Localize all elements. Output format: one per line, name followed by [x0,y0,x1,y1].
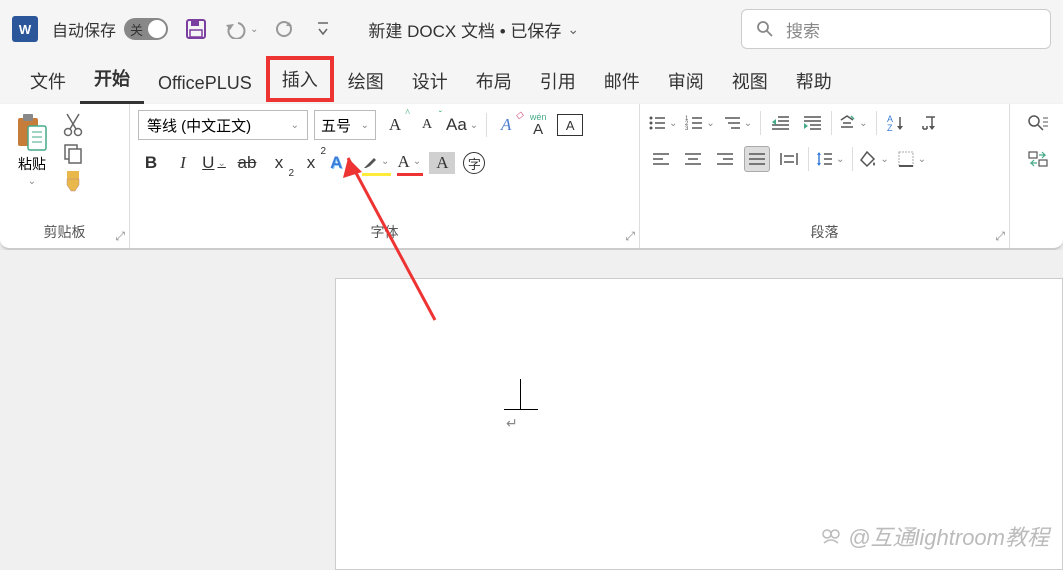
bullets-button[interactable] [648,110,679,136]
chevron-down-icon: ⌄ [567,21,579,38]
ribbon: 粘贴 ⌄ 剪贴板 ⤢ 等线 (中文正文) ⌄ 五号 ⌄ [0,104,1063,250]
grow-font-button[interactable]: A^ [382,112,408,138]
paragraph-mark-icon: ↵ [506,415,518,432]
tab-insert[interactable]: 插入 [266,56,334,102]
dialog-launcher-icon[interactable]: ⤢ [995,229,1005,244]
tab-review[interactable]: 审阅 [654,60,718,104]
ribbon-tabs: 文件 开始 OfficePLUS 插入 绘图 设计 布局 引用 邮件 审阅 视图… [0,58,1063,104]
asian-layout-button[interactable] [838,110,869,136]
undo-button[interactable]: ⌄ [224,19,258,39]
chevron-down-icon: ⌄ [361,120,369,131]
distributed-button[interactable] [776,146,802,172]
increase-indent-button[interactable] [799,110,825,136]
shrink-font-button[interactable]: Aˇ [414,112,440,138]
shading-button[interactable] [859,146,890,172]
italic-button[interactable]: I [170,150,196,176]
replace-button[interactable] [1024,146,1052,172]
clear-formatting-button[interactable]: A◇ [493,112,519,138]
svg-text:Z: Z [887,123,893,132]
tab-references[interactable]: 引用 [526,60,590,104]
chevron-down-icon: ⌄ [28,176,36,187]
watermark: @互通lightroom教程 [820,520,1049,552]
tab-mailings[interactable]: 邮件 [590,60,654,104]
find-button[interactable] [1024,110,1052,136]
svg-text:3: 3 [685,126,689,131]
group-font: 等线 (中文正文) ⌄ 五号 ⌄ A^ Aˇ Aa A◇ wénA A B I … [130,104,640,248]
paste-button[interactable]: 粘贴 ⌄ [8,110,56,192]
justify-button[interactable] [744,146,770,172]
show-hide-marks-button[interactable] [915,110,941,136]
save-button[interactable] [182,15,210,43]
font-size-combo[interactable]: 五号 ⌄ [314,110,376,140]
font-name-combo[interactable]: 等线 (中文正文) ⌄ [138,110,308,140]
chevron-down-icon: ⌄ [291,120,299,131]
cut-button[interactable] [62,114,84,136]
tab-officeplus[interactable]: OfficePLUS [144,65,266,104]
tab-file[interactable]: 文件 [16,60,80,104]
multilevel-list-button[interactable] [723,110,754,136]
tab-draw[interactable]: 绘图 [334,60,398,104]
title-bar: W 自动保存 关 ⌄ 新建 DOCX 文档 • 已保存 ⌄ 搜索 [0,0,1063,58]
strikethrough-button[interactable]: ab [234,150,260,176]
numbering-button[interactable]: 123 [685,110,716,136]
align-right-button[interactable] [712,146,738,172]
search-icon [756,20,774,38]
underline-button[interactable]: U [202,150,228,176]
line-spacing-button[interactable] [815,146,846,172]
decrease-indent-button[interactable] [767,110,793,136]
highlight-button[interactable] [362,150,391,176]
tab-layout[interactable]: 布局 [462,60,526,104]
tab-view[interactable]: 视图 [718,60,782,104]
qat-customize-button[interactable] [310,20,336,38]
tab-home[interactable]: 开始 [80,57,144,104]
copy-button[interactable] [62,142,84,164]
group-editing [1010,104,1060,248]
align-center-button[interactable] [680,146,706,172]
format-painter-button[interactable] [62,170,84,192]
redo-button[interactable] [272,19,296,39]
dialog-launcher-icon[interactable]: ⤢ [625,229,635,244]
group-label: 剪贴板 [8,222,121,246]
phonetic-guide-button[interactable]: wénA [525,112,551,138]
superscript-button[interactable]: x2 [298,150,324,176]
tab-design[interactable]: 设计 [398,60,462,104]
group-label: 字体 [138,222,631,246]
autosave-toggle[interactable]: 自动保存 关 [52,17,168,41]
tab-help[interactable]: 帮助 [782,60,846,104]
word-app-icon: W [12,16,38,42]
autosave-label: 自动保存 [52,17,116,41]
sort-button[interactable]: AZ [883,110,909,136]
change-case-button[interactable]: Aa [446,112,480,138]
dialog-launcher-icon[interactable]: ⤢ [115,229,125,244]
text-effects-button[interactable]: A [330,150,356,176]
toggle-switch[interactable]: 关 [124,18,168,40]
document-title[interactable]: 新建 DOCX 文档 • 已保存 ⌄ [368,17,579,42]
character-border-button[interactable]: A [557,114,583,136]
align-left-button[interactable] [648,146,674,172]
search-input[interactable]: 搜索 [741,9,1051,49]
character-shading-button[interactable]: A [429,152,455,174]
font-color-button[interactable]: A [397,150,423,176]
group-clipboard: 粘贴 ⌄ 剪贴板 ⤢ [0,104,130,248]
enclose-characters-button[interactable]: 字 [461,150,487,176]
borders-button[interactable] [897,146,928,172]
bold-button[interactable]: B [138,150,164,176]
group-label: 段落 [648,222,1001,246]
group-paragraph: 123 AZ [640,104,1010,248]
chevron-down-icon: ⌄ [250,24,258,35]
subscript-button[interactable]: x2 [266,150,292,176]
